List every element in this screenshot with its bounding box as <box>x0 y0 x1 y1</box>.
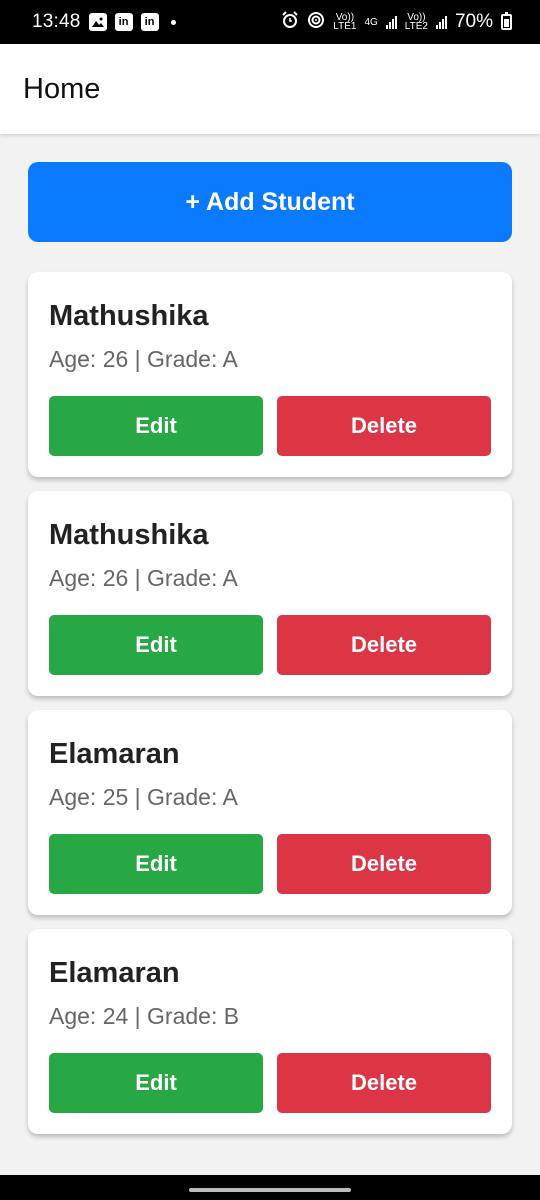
battery-percent: 70% <box>454 11 493 32</box>
status-right: Vo)) LTE1 4G Vo)) LTE2 70% <box>281 10 512 34</box>
student-name: Elamaran <box>49 738 180 770</box>
edit-button[interactable]: Edit <box>49 1053 263 1113</box>
status-time: 13:48 <box>32 11 81 32</box>
student-info: Age: 24 | Grade: B <box>49 1003 240 1029</box>
student-card: Mathushika Age: 26 | Grade: A Edit Delet… <box>28 272 512 477</box>
add-student-button[interactable]: + Add Student <box>28 162 512 242</box>
delete-button[interactable]: Delete <box>277 615 491 675</box>
student-info: Age: 26 | Grade: A <box>49 565 238 591</box>
student-card: Elamaran Age: 25 | Grade: A Edit Delete <box>28 710 512 915</box>
home-indicator[interactable] <box>189 1188 351 1192</box>
student-name: Mathushika <box>49 300 209 332</box>
status-bar: 13:48 in in Vo)) LTE1 4G Vo)) LTE2 70% <box>0 0 540 44</box>
page-title: Home <box>23 72 101 105</box>
student-list: Mathushika Age: 26 | Grade: A Edit Delet… <box>28 272 512 1134</box>
card-actions: Edit Delete <box>49 615 491 675</box>
student-card: Elamaran Age: 24 | Grade: B Edit Delete <box>28 929 512 1134</box>
student-name: Elamaran <box>49 957 180 989</box>
student-name: Mathushika <box>49 519 209 551</box>
signal-sim2-icon <box>435 15 447 29</box>
system-nav-bar <box>0 1175 540 1200</box>
sim1-lte-label: LTE1 <box>333 21 357 32</box>
edit-button[interactable]: Edit <box>49 834 263 894</box>
card-actions: Edit Delete <box>49 1053 491 1113</box>
battery-icon <box>501 12 512 30</box>
delete-button[interactable]: Delete <box>277 396 491 456</box>
network-sim1-label: Vo)) LTE1 <box>333 13 357 32</box>
main-content: + Add Student Mathushika Age: 26 | Grade… <box>28 162 512 1134</box>
hotspot-icon <box>307 11 325 34</box>
notification-dot-icon <box>170 19 176 25</box>
delete-button[interactable]: Delete <box>277 1053 491 1113</box>
sim2-lte-label: LTE2 <box>404 21 428 32</box>
student-info: Age: 25 | Grade: A <box>49 784 238 810</box>
gallery-icon <box>88 13 107 31</box>
student-info: Age: 26 | Grade: A <box>49 346 238 372</box>
card-actions: Edit Delete <box>49 834 491 894</box>
linkedin-icon: in <box>114 13 133 31</box>
edit-button[interactable]: Edit <box>49 396 263 456</box>
status-left: 13:48 in in <box>32 11 176 33</box>
alarm-icon <box>281 10 299 34</box>
edit-button[interactable]: Edit <box>49 615 263 675</box>
network-type-label: 4G <box>364 16 378 28</box>
card-actions: Edit Delete <box>49 396 491 456</box>
app-header: Home <box>0 44 540 134</box>
delete-button[interactable]: Delete <box>277 834 491 894</box>
linkedin-icon: in <box>140 13 159 31</box>
student-card: Mathushika Age: 26 | Grade: A Edit Delet… <box>28 491 512 696</box>
signal-sim1-icon <box>385 15 397 29</box>
network-sim2-label: Vo)) LTE2 <box>404 13 428 32</box>
